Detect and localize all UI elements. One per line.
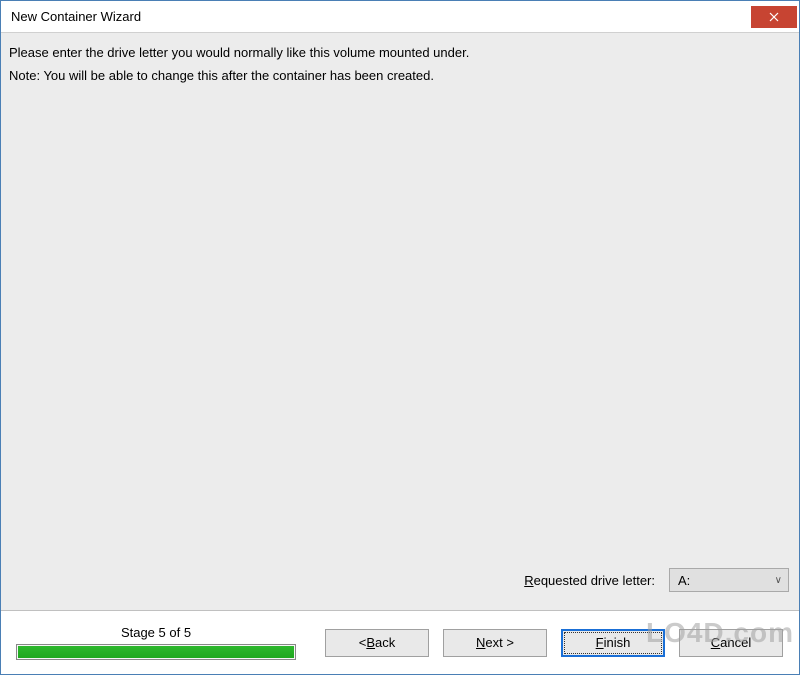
stage-label: Stage 5 of 5 xyxy=(121,625,191,640)
instruction-line-2: Note: You will be able to change this af… xyxy=(9,66,791,87)
drive-letter-row: Requested drive letter: A: ∨ xyxy=(524,568,789,592)
wizard-buttons: < Back Next > Finish Cancel xyxy=(301,629,783,657)
stage-area: Stage 5 of 5 xyxy=(1,625,301,660)
drive-letter-value: A: xyxy=(678,573,690,588)
back-button[interactable]: < Back xyxy=(325,629,429,657)
wizard-window: New Container Wizard Please enter the dr… xyxy=(0,0,800,675)
progress-fill xyxy=(18,646,294,658)
drive-letter-select[interactable]: A: ∨ xyxy=(669,568,789,592)
drive-letter-label: Requested drive letter: xyxy=(524,573,655,588)
titlebar: New Container Wizard xyxy=(1,1,799,33)
content-area: Please enter the drive letter you would … xyxy=(1,33,799,610)
close-icon xyxy=(769,12,779,22)
next-button[interactable]: Next > xyxy=(443,629,547,657)
footer: Stage 5 of 5 < Back Next > Finish Cancel xyxy=(1,610,799,674)
close-button[interactable] xyxy=(751,6,797,28)
window-title: New Container Wizard xyxy=(11,9,141,24)
finish-button[interactable]: Finish xyxy=(561,629,665,657)
chevron-down-icon: ∨ xyxy=(775,575,782,586)
instructions: Please enter the drive letter you would … xyxy=(9,43,791,89)
cancel-button[interactable]: Cancel xyxy=(679,629,783,657)
instruction-line-1: Please enter the drive letter you would … xyxy=(9,43,791,64)
progress-bar xyxy=(16,644,296,660)
